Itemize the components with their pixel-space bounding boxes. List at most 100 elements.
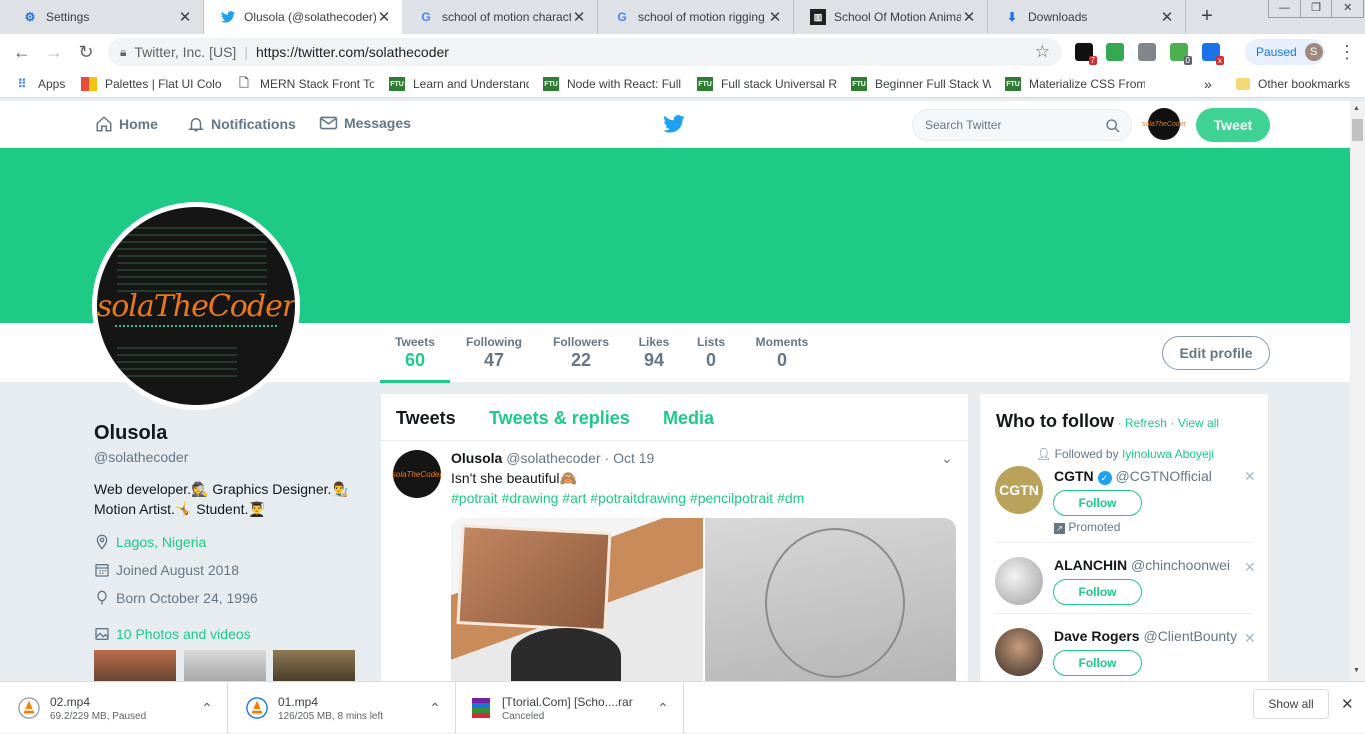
- back-arrow-icon[interactable]: ←: [10, 40, 34, 64]
- address-bar[interactable]: 🔒︎ Twitter, Inc. [US] | https://twitter.…: [108, 38, 1062, 66]
- scrollbar[interactable]: ▲ ▼: [1350, 101, 1365, 681]
- stat-likes[interactable]: Likes 94: [634, 335, 674, 371]
- stat-following[interactable]: Following 47: [462, 335, 526, 371]
- tab-google-search-2[interactable]: G school of motion rigging ✕: [598, 0, 794, 34]
- nav-notifications[interactable]: Notifications: [187, 115, 296, 133]
- follow-button[interactable]: Follow: [1053, 490, 1142, 516]
- close-icon[interactable]: ✕: [1341, 695, 1354, 713]
- download-item[interactable]: [Ttorial.Com] [Scho....rar Canceled ⌃: [456, 682, 684, 734]
- close-icon[interactable]: ✕: [177, 8, 193, 26]
- avatar[interactable]: [995, 628, 1043, 676]
- bookmark-mern[interactable]: 🗋 MERN Stack Front To: [236, 76, 374, 92]
- extension-icon-3[interactable]: [1138, 43, 1156, 61]
- dismiss-icon[interactable]: ✕: [1244, 630, 1256, 647]
- tweet-button[interactable]: Tweet: [1196, 108, 1270, 142]
- tweet-author[interactable]: Olusola: [451, 450, 502, 466]
- show-all-button[interactable]: Show all: [1253, 689, 1329, 719]
- star-icon[interactable]: ☆: [1035, 42, 1050, 62]
- suggestion-name[interactable]: CGTN ✓ @CGTNOfficial: [1054, 468, 1212, 485]
- bookmark-beginner[interactable]: FTU Beginner Full Stack W: [851, 76, 991, 92]
- minimize-icon[interactable]: —: [1269, 0, 1301, 17]
- close-icon[interactable]: ✕: [571, 8, 587, 26]
- chevron-up-icon[interactable]: ⌃: [415, 700, 455, 717]
- profile-button[interactable]: Paused S: [1245, 39, 1325, 65]
- profile-name[interactable]: Olusola: [94, 422, 167, 445]
- photo-thumbnail[interactable]: [184, 650, 266, 681]
- scroll-down-icon[interactable]: ▼: [1353, 667, 1360, 674]
- suggestion-name[interactable]: Dave Rogers @ClientBounty: [1054, 628, 1237, 644]
- search-input[interactable]: Search Twitter: [912, 109, 1132, 141]
- chevron-up-icon[interactable]: ⌃: [187, 700, 227, 717]
- search-icon[interactable]: [1105, 118, 1121, 134]
- tweet-photo[interactable]: [705, 518, 956, 684]
- view-all-link[interactable]: · View all: [1171, 416, 1219, 430]
- tab-tweets-replies[interactable]: Tweets & replies: [489, 408, 630, 429]
- other-bookmarks[interactable]: Other bookmarks: [1236, 76, 1350, 92]
- close-window-icon[interactable]: ✕: [1332, 0, 1363, 17]
- bookmark-node-react[interactable]: FTU Node with React: Full: [543, 76, 683, 92]
- nav-messages[interactable]: Messages: [319, 115, 411, 131]
- follow-button[interactable]: Follow: [1053, 650, 1142, 676]
- extension-icon-2[interactable]: [1106, 43, 1124, 61]
- tweet-date[interactable]: · Oct 19: [605, 450, 655, 466]
- close-icon[interactable]: ✕: [767, 8, 783, 26]
- restore-icon[interactable]: ❐: [1301, 0, 1333, 17]
- refresh-link[interactable]: · Refresh: [1118, 416, 1167, 430]
- tab-media[interactable]: Media: [663, 408, 714, 429]
- stat-tweets[interactable]: Tweets 60: [380, 335, 450, 383]
- dismiss-icon[interactable]: ✕: [1244, 468, 1256, 485]
- stat-moments[interactable]: Moments 0: [750, 335, 814, 371]
- bookmark-palettes[interactable]: Palettes | Flat UI Colo: [81, 76, 221, 92]
- reload-icon[interactable]: ↻: [74, 40, 98, 64]
- avatar[interactable]: [995, 557, 1043, 605]
- download-item[interactable]: 01.mp4 126/205 MB, 8 mins left ⌃: [228, 682, 456, 734]
- bookmark-learn[interactable]: FTU Learn and Understand: [389, 76, 529, 92]
- new-tab-button[interactable]: +: [1196, 5, 1218, 27]
- avatar[interactable]: CGTN: [995, 466, 1043, 514]
- profile-handle[interactable]: @solathecoder: [94, 449, 188, 465]
- bookmark-fullstack[interactable]: FTU Full stack Universal R: [697, 76, 837, 92]
- bookmark-apps[interactable]: ⠿ Apps: [14, 76, 66, 92]
- chevron-down-icon[interactable]: ⌄: [941, 450, 953, 467]
- download-item[interactable]: 02.mp4 69.2/229 MB, Paused ⌃: [0, 682, 228, 734]
- nav-home[interactable]: Home: [95, 115, 158, 133]
- avatar[interactable]: solaTheCoder: [392, 450, 442, 498]
- bookmarks-overflow-button[interactable]: »: [1204, 76, 1212, 92]
- scroll-up-icon[interactable]: ▲: [1353, 105, 1360, 112]
- extension-icon-5[interactable]: x: [1202, 43, 1224, 65]
- dismiss-icon[interactable]: ✕: [1244, 559, 1256, 576]
- menu-kebab-icon[interactable]: ⋮: [1338, 42, 1356, 63]
- extension-icon-1[interactable]: 7: [1075, 43, 1097, 65]
- forward-arrow-icon[interactable]: →: [42, 40, 66, 64]
- suggestion-name[interactable]: ALANCHIN @chinchoonwei: [1054, 557, 1230, 573]
- photo-thumbnail[interactable]: [94, 650, 176, 681]
- tab-tweets[interactable]: Tweets: [396, 408, 456, 429]
- location-link[interactable]: Lagos, Nigeria: [116, 534, 206, 550]
- follow-button[interactable]: Follow: [1053, 579, 1142, 605]
- tab-school-of-motion[interactable]: ▥ School Of Motion Anima ✕: [794, 0, 988, 34]
- close-icon[interactable]: ✕: [1159, 8, 1175, 26]
- tweet-handle[interactable]: @solathecoder: [506, 450, 600, 466]
- twitter-logo-icon[interactable]: [663, 115, 685, 136]
- edit-profile-button[interactable]: Edit profile: [1162, 336, 1270, 370]
- close-icon[interactable]: ✕: [961, 8, 977, 26]
- profile-avatar[interactable]: solaTheCoder: [92, 202, 300, 410]
- scrollbar-thumb[interactable]: [1352, 119, 1363, 141]
- avatar[interactable]: solaTheCoder: [1142, 108, 1186, 140]
- tab-settings[interactable]: ⚙ Settings ✕: [6, 0, 204, 34]
- tweet-hashtags[interactable]: #potrait #drawing #art #potraitdrawing #…: [451, 490, 804, 506]
- bookmark-materialize[interactable]: FTU Materialize CSS From: [1005, 76, 1145, 92]
- tab-twitter[interactable]: Olusola (@solathecoder) ✕: [204, 0, 402, 34]
- context-name[interactable]: Iyinoluwa Aboyeji: [1122, 447, 1214, 461]
- photo-thumbnail[interactable]: [273, 650, 355, 681]
- close-icon[interactable]: ✕: [376, 8, 392, 26]
- tab-downloads[interactable]: ⬇ Downloads ✕: [988, 0, 1186, 34]
- stat-lists[interactable]: Lists 0: [693, 335, 729, 371]
- stat-followers[interactable]: Followers 22: [548, 335, 614, 371]
- chevron-up-icon[interactable]: ⌃: [643, 700, 683, 717]
- photos-videos-link[interactable]: 10 Photos and videos: [94, 626, 251, 642]
- tweet-media[interactable]: [451, 518, 956, 684]
- tweet-photo[interactable]: [451, 518, 703, 684]
- extension-icon-4[interactable]: 0: [1170, 43, 1192, 65]
- tab-google-search-1[interactable]: G school of motion charact ✕: [402, 0, 598, 34]
